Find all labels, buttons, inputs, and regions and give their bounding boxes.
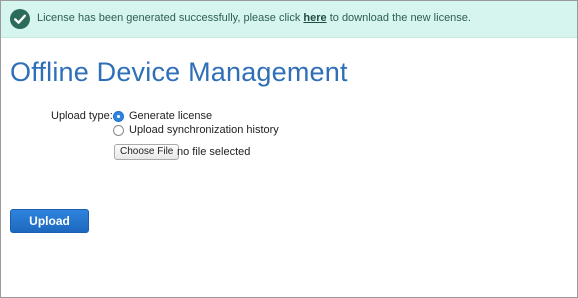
choose-file-button[interactable]: Choose File xyxy=(114,144,180,160)
file-status: no file selected xyxy=(177,146,251,158)
radio-generate-license-label[interactable]: Generate license xyxy=(129,110,212,122)
success-banner: License has been generated successfully,… xyxy=(1,1,577,38)
upload-button[interactable]: Upload xyxy=(10,209,89,233)
banner-text-before: License has been generated successfully,… xyxy=(37,12,304,24)
banner-message: License has been generated successfully,… xyxy=(37,12,471,24)
radio-upload-sync-history-label[interactable]: Upload synchronization history xyxy=(129,124,279,136)
page-title: Offline Device Management xyxy=(10,57,348,87)
radio-generate-license[interactable] xyxy=(113,111,124,122)
download-license-link[interactable]: here xyxy=(303,12,326,24)
upload-type-label: Upload type: xyxy=(51,110,113,122)
page-frame: License has been generated successfully,… xyxy=(0,0,578,298)
banner-text-after: to download the new license. xyxy=(326,12,471,24)
check-circle-icon xyxy=(10,9,30,29)
radio-upload-sync-history[interactable] xyxy=(113,125,124,136)
